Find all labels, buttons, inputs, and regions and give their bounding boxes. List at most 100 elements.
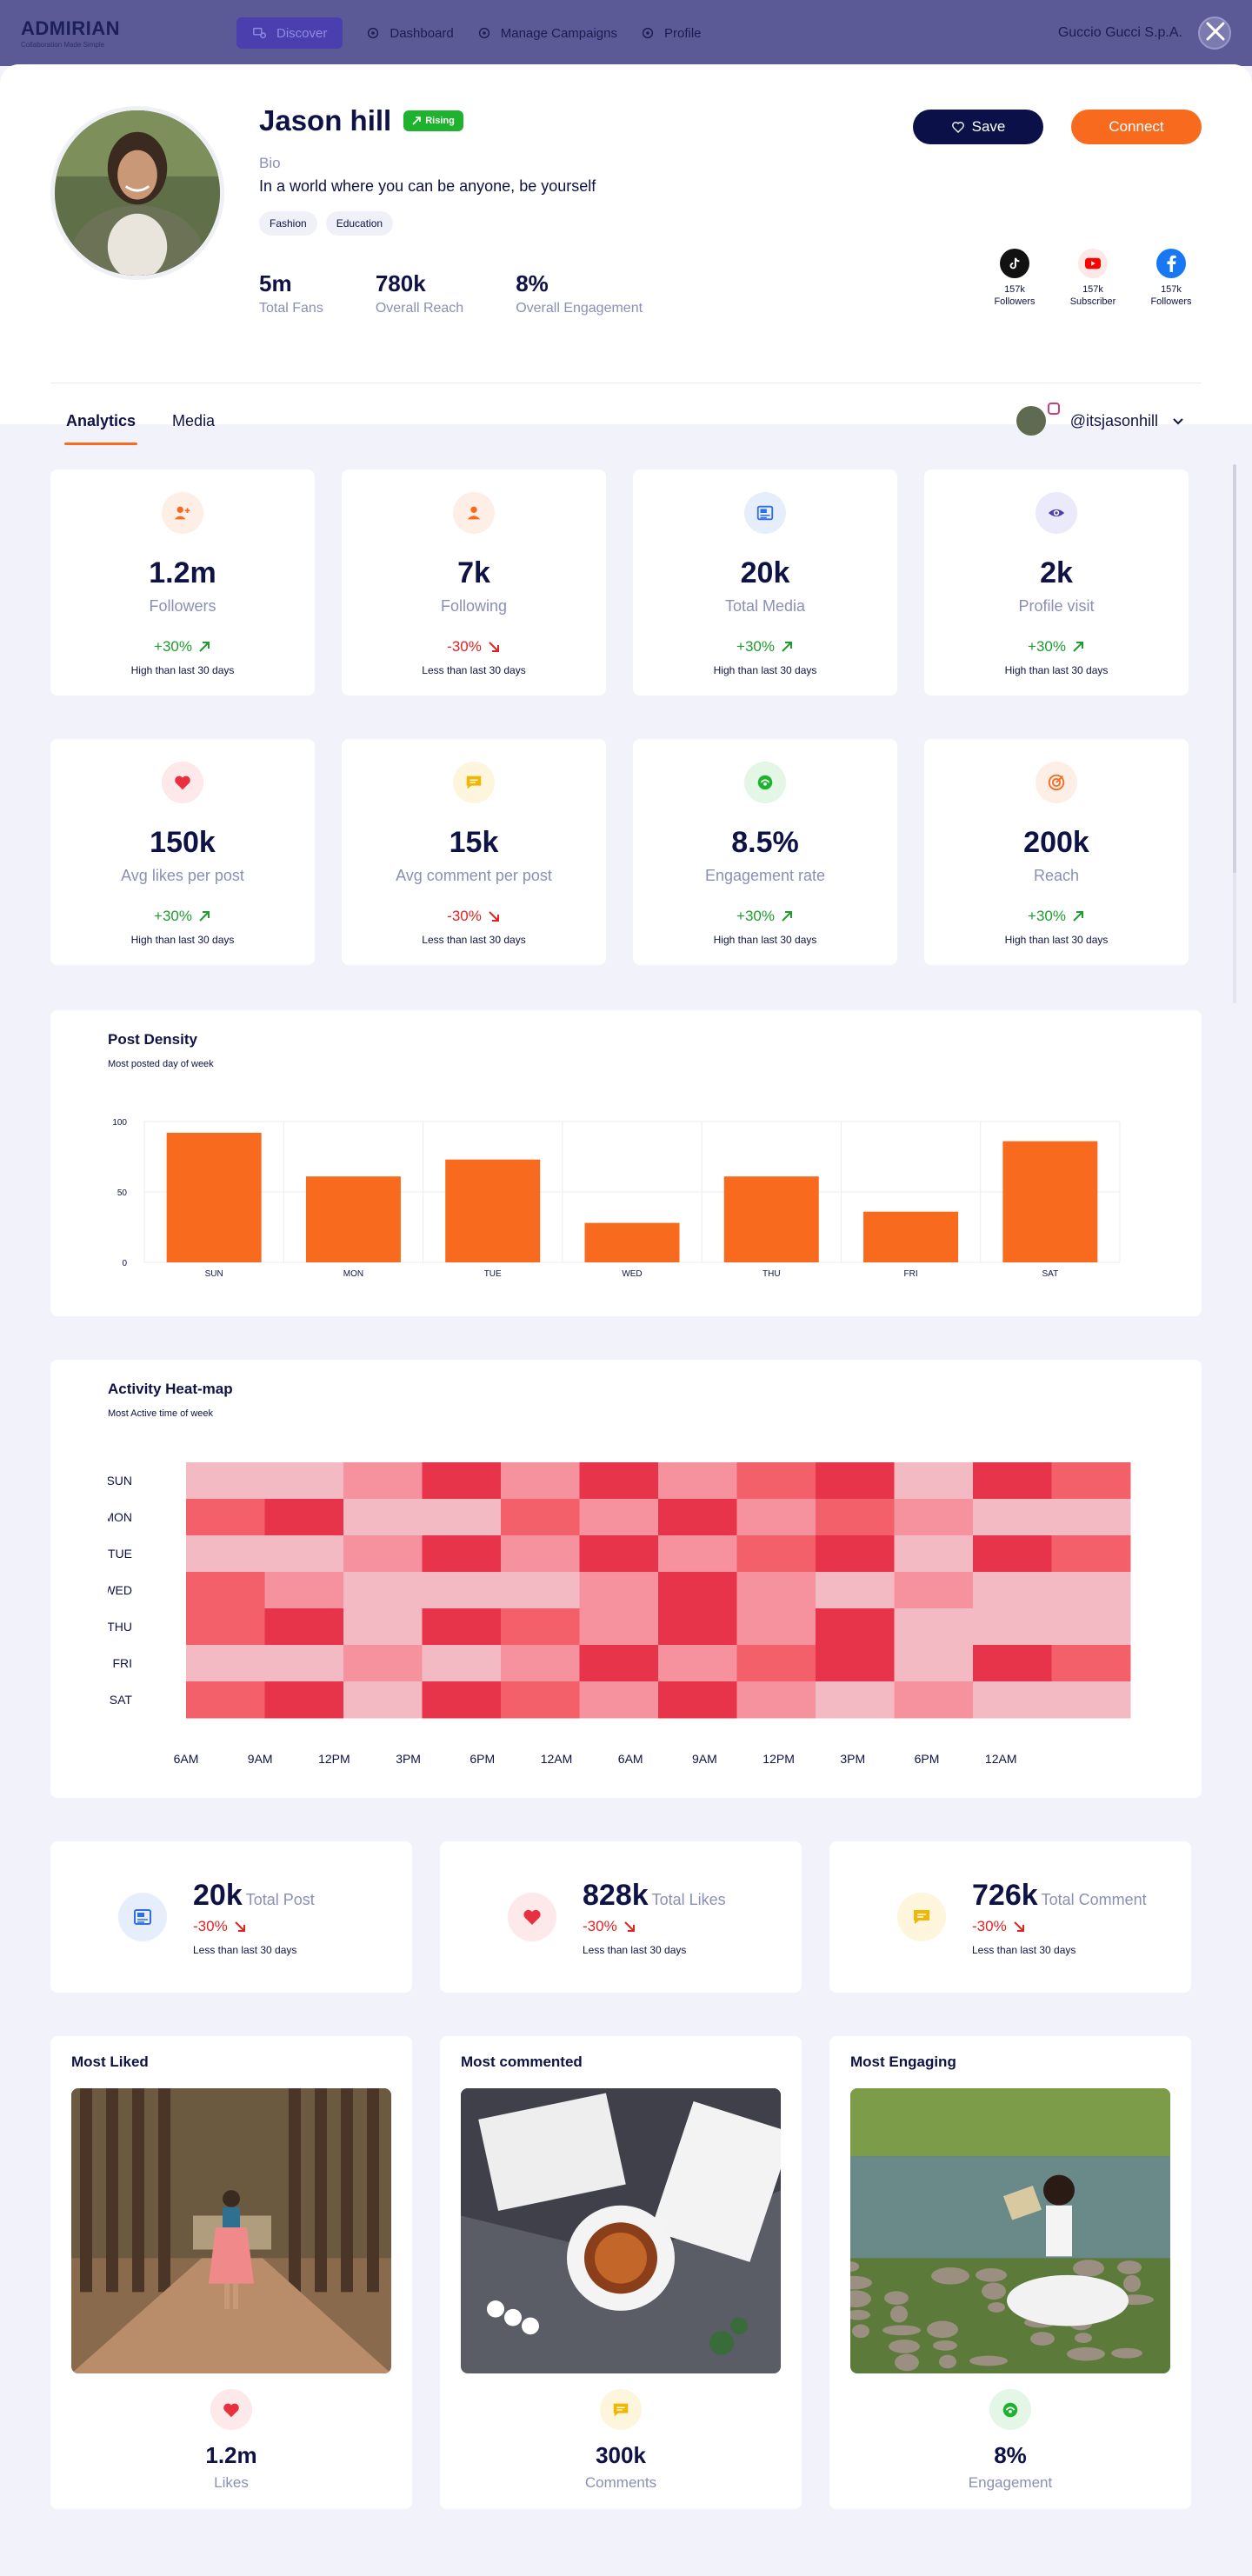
stat-label: Total Media: [724, 597, 806, 615]
post-card-most-engaging[interactable]: Most Engaging 8% Engagement: [829, 2036, 1191, 2509]
column-label: 3PM: [840, 1752, 865, 1766]
tab-media[interactable]: Media: [156, 383, 230, 459]
stats-row-1: 1.2m Followers +30% High than last 30 da…: [50, 469, 1202, 696]
stat-value: 8.5%: [731, 826, 799, 859]
heatmap-cell: [1051, 1499, 1131, 1536]
stat-overall-engagement: 8% Overall Engagement: [516, 270, 643, 316]
tab-bar: Analytics Media @itsjasonhill: [50, 383, 1202, 459]
post-card-most-commented[interactable]: Most commented 300k Comments: [440, 2036, 802, 2509]
change-note: High than last 30 days: [130, 664, 235, 676]
heatmap-cell: [186, 1645, 265, 1682]
change-note: High than last 30 days: [713, 934, 817, 946]
row-label: MON: [108, 1510, 132, 1524]
tag-list: Fashion Education: [259, 211, 1202, 236]
heatmap-cell: [816, 1572, 895, 1609]
nav-item-dashboard[interactable]: Dashboard: [365, 25, 454, 41]
account-selector[interactable]: @itsjasonhill: [1016, 403, 1186, 436]
arrow-up-right-icon: [782, 642, 792, 652]
heatmap-cell: [1051, 1608, 1131, 1646]
save-button[interactable]: Save: [913, 110, 1043, 144]
column-label: 6PM: [470, 1752, 495, 1766]
stat-label: Reach: [1033, 867, 1080, 884]
logo-text: ADMIRIAN: [21, 17, 120, 39]
heatmap-cell: [658, 1608, 737, 1646]
scrollbar[interactable]: [1233, 464, 1236, 1003]
heatmap-cell: [186, 1462, 265, 1500]
change-note: High than last 30 days: [1004, 664, 1109, 676]
heatmap-cell: [501, 1535, 580, 1573]
column-label: 12PM: [763, 1752, 795, 1766]
stat-value: 8%: [516, 270, 549, 296]
reading-river-photo[interactable]: [850, 2088, 1170, 2374]
trend-icon: [412, 116, 422, 125]
heatmap-cell: [1051, 1462, 1131, 1500]
heatmap-cell: [816, 1645, 895, 1682]
arrow-up-right-icon: [1073, 911, 1083, 922]
heatmap-cell: [973, 1499, 1052, 1536]
heatmap-cell: [422, 1535, 502, 1573]
arrow-up-right-icon: [199, 911, 210, 922]
heatmap-cell: [973, 1462, 1052, 1500]
user-add-icon: [162, 492, 203, 534]
forest-path-photo[interactable]: [71, 2088, 391, 2374]
tab-analytics[interactable]: Analytics: [50, 383, 151, 459]
heatmap-cell: [264, 1462, 344, 1500]
column-label: 9AM: [248, 1752, 273, 1766]
tag-education[interactable]: Education: [325, 211, 394, 236]
arrow-up-right-icon: [782, 911, 792, 922]
stat-label: Avg likes per post: [121, 867, 244, 884]
nav-item-profile[interactable]: Profile: [640, 25, 702, 41]
heatmap-cell: [264, 1681, 344, 1719]
bar: [166, 1132, 262, 1262]
scrollbar-thumb[interactable]: [1233, 464, 1236, 873]
stat-label: Overall Reach: [375, 301, 464, 316]
change-indicator: +30%: [154, 638, 211, 656]
nav-item-discover[interactable]: Discover: [236, 17, 343, 49]
tag-fashion[interactable]: Fashion: [259, 211, 317, 236]
heatmap-cell: [736, 1681, 816, 1719]
social-label: Subscriber: [1069, 296, 1116, 307]
bar: [1002, 1141, 1098, 1262]
brand-logo[interactable]: ADMIRIAN Collaboration Made Simple: [21, 17, 195, 49]
arrow-up-right-icon: [1073, 642, 1083, 652]
heatmap-cell: [1051, 1681, 1131, 1719]
social-label: Followers: [994, 296, 1036, 307]
nav-item-manage-campaigns[interactable]: Manage Campaigns: [476, 25, 617, 41]
stat-overall-reach: 780k Overall Reach: [376, 270, 463, 316]
heatmap-cell: [422, 1572, 502, 1609]
heatmap-cell: [343, 1499, 423, 1536]
x-tick-label: THU: [763, 1269, 781, 1279]
stat-card-profile-visit: 2k Profile visit +30% High than last 30 …: [924, 469, 1189, 696]
bar: [445, 1159, 541, 1262]
stat-value: 150k: [150, 826, 216, 859]
stat-value: 5m: [259, 270, 292, 296]
heatmap-cell: [973, 1645, 1052, 1682]
heatmap-cell: [894, 1608, 974, 1646]
stat-label: Total Fans: [259, 301, 323, 316]
close-button[interactable]: [1202, 17, 1229, 45]
social-tiktok[interactable]: 157k Followers: [984, 249, 1045, 308]
social-facebook[interactable]: 157k Followers: [1141, 249, 1202, 308]
stat-card-avg-comment-per-post: 15k Avg comment per post -30% Less than …: [342, 739, 606, 965]
totals-row: 20k Total Post -30% Less than last 30 da…: [50, 1841, 1202, 1993]
heatmap-cell: [422, 1499, 502, 1536]
social-youtube[interactable]: 157k Subscriber: [1062, 249, 1123, 308]
heatmap-cell: [816, 1499, 895, 1536]
heatmap-cell: [894, 1645, 974, 1682]
connect-button[interactable]: Connect: [1071, 110, 1202, 144]
heatmap-cell: [736, 1499, 816, 1536]
bar: [863, 1211, 959, 1262]
badge-label: Rising: [425, 116, 455, 126]
x-tick-label: TUE: [484, 1269, 502, 1279]
change-value: +30%: [736, 908, 775, 924]
heatmap-cell: [264, 1645, 344, 1682]
post-card-title: Most commented: [461, 2053, 583, 2070]
company-name: Guccio Gucci S.p.A.: [1057, 25, 1182, 40]
total-card-total-comment: 726k Total Comment -30% Less than last 3…: [829, 1841, 1191, 1993]
heatmap-cell: [186, 1681, 265, 1719]
change-note: Less than last 30 days: [422, 664, 526, 676]
social-count: 157k: [1004, 284, 1025, 295]
post-card-most-liked[interactable]: Most Liked 1.2m Likes: [50, 2036, 412, 2509]
coffee-books-photo[interactable]: [461, 2088, 781, 2374]
heatmap-cell: [658, 1499, 737, 1536]
